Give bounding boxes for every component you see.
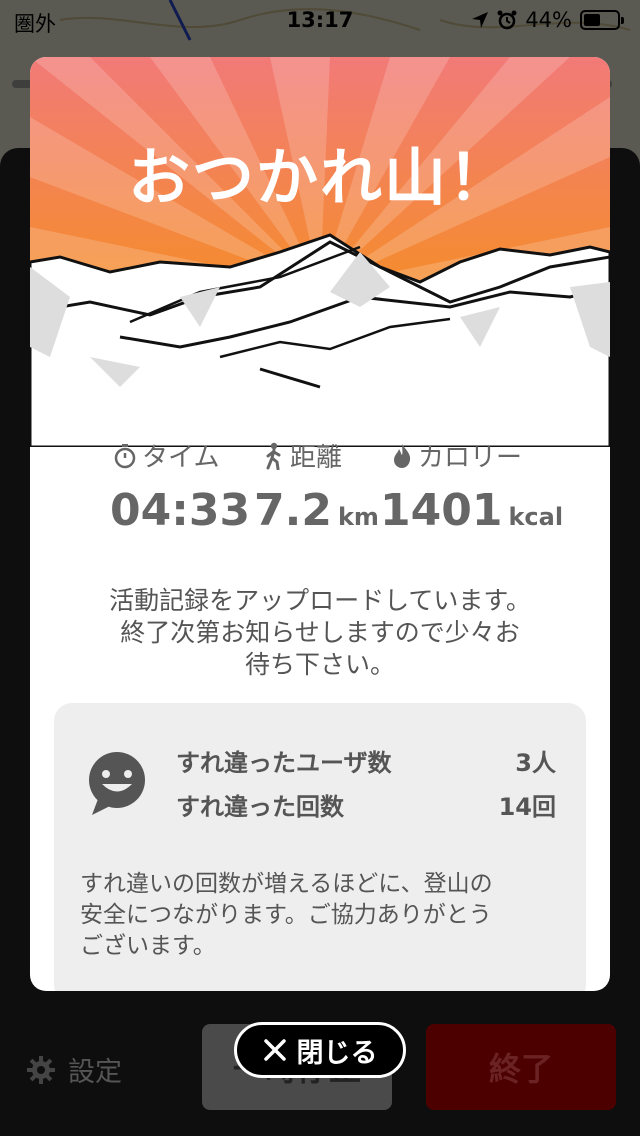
flame-icon xyxy=(394,443,411,468)
settings-button[interactable]: 設定 xyxy=(26,1050,122,1089)
close-button[interactable]: 閉じる xyxy=(234,1022,406,1078)
mountain-banner xyxy=(30,57,610,447)
users-label: すれ違ったユーザ数 xyxy=(176,749,392,777)
encounter-note: すれ違いの回数が増えるほどに、登山の 安全につながります。ご協力ありがとう ござ… xyxy=(80,869,570,962)
encounter-note-line: 安全につながります。ご協力ありがとう xyxy=(80,902,492,928)
stopwatch-icon xyxy=(114,443,136,468)
distance-value: 7.2 km xyxy=(254,485,379,536)
time-value: 04:33 xyxy=(110,485,250,536)
calories-label: カロリー xyxy=(418,443,523,473)
status-bar: 圏外 13:17 44% xyxy=(0,0,640,40)
summary-modal: おつかれ山！ タイム 04:33 距離 7.2 km カロリー 1401 kcal … xyxy=(30,57,610,991)
count-value: 14回 xyxy=(498,793,556,821)
gear-icon xyxy=(27,1055,55,1084)
close-label: 閉じる xyxy=(296,1037,378,1069)
time-stat-label: タイム xyxy=(114,437,219,474)
upload-message-line: 終了次第お知らせしますので少々お xyxy=(120,618,520,647)
modal-title: おつかれ山！ xyxy=(127,141,512,214)
upload-message: 活動記録をアップロードしています。 終了次第お知らせしますので少々お 待ち下さい… xyxy=(70,585,570,681)
distance-value-text: 7.2 xyxy=(254,485,332,536)
calories-value: 1401 kcal xyxy=(380,485,563,536)
encounter-box: すれ違ったユーザ数 3人 すれ違った回数 14回 すれ違いの回数が増えるほどに、… xyxy=(54,703,586,991)
count-label: すれ違った回数 xyxy=(176,793,344,821)
close-icon xyxy=(263,1039,286,1061)
end-button[interactable]: 終了 xyxy=(426,1024,616,1110)
calories-stat-label: カロリー xyxy=(392,437,522,474)
distance-label: 距離 xyxy=(290,443,343,473)
users-value: 3人 xyxy=(515,749,556,777)
upload-message-line: 活動記録をアップロードしています。 xyxy=(109,586,531,615)
battery-percent: 44% xyxy=(525,8,572,32)
calories-unit: kcal xyxy=(508,503,564,531)
alarm-icon xyxy=(497,10,517,30)
distance-stat-label: 距離 xyxy=(264,437,342,474)
encounter-note-line: ございます。 xyxy=(80,933,216,959)
smiley-chat-icon xyxy=(89,752,145,815)
location-arrow-icon xyxy=(472,12,489,28)
encounter-note-line: すれ違いの回数が増えるほどに、登山の xyxy=(80,871,493,897)
hiker-icon xyxy=(266,442,281,470)
calories-value-text: 1401 xyxy=(380,485,503,536)
distance-unit: km xyxy=(337,503,379,531)
settings-label: 設定 xyxy=(68,1057,122,1088)
time-label: タイム xyxy=(142,443,220,473)
upload-message-line: 待ち下さい。 xyxy=(244,650,395,679)
battery-icon xyxy=(580,10,624,30)
time-value-text: 04:33 xyxy=(110,485,251,536)
